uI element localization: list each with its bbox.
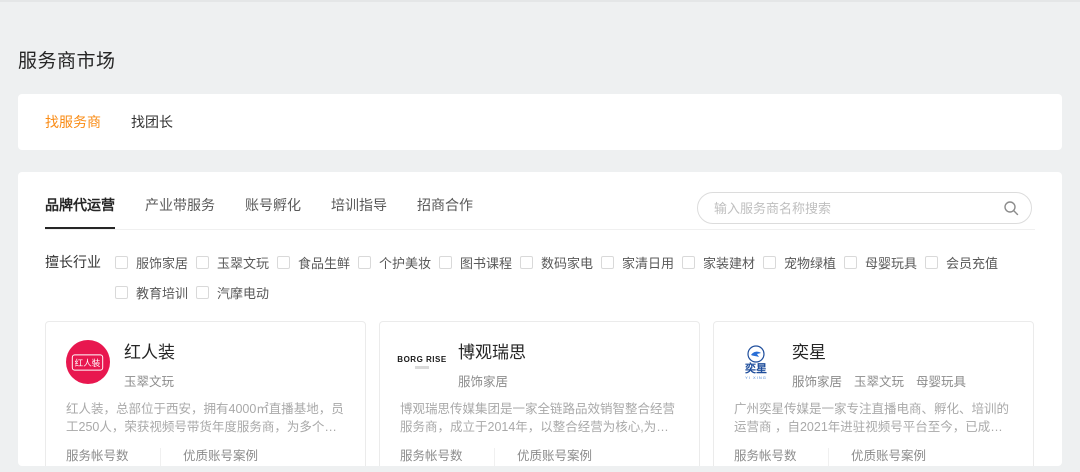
checkbox-icon[interactable] [358, 256, 371, 269]
checkbox-icon[interactable] [277, 256, 290, 269]
checkbox-icon[interactable] [115, 256, 128, 269]
tab-find-leader[interactable]: 找团长 [131, 112, 173, 132]
checkbox-icon[interactable] [196, 256, 209, 269]
quality-case-label: 优质账号案例 [517, 448, 609, 464]
provider-card-list: 红人裝 红人装 玉翠文玩 红人装，总部位于西安，拥有4000㎡直播基地，员工25… [45, 321, 1035, 466]
quality-case-label: 优质账号案例 [851, 448, 1018, 464]
provider-card-hongrenzhuang[interactable]: 红人裝 红人装 玉翠文玩 红人装，总部位于西安，拥有4000㎡直播基地，员工25… [45, 321, 366, 466]
checkbox-icon[interactable] [196, 286, 209, 299]
filter-option-books-courses[interactable]: 图书课程 [439, 253, 511, 272]
quality-case-label: 优质账号案例 [183, 448, 358, 464]
category-tab-bar: 品牌代运营 产业带服务 账号孵化 培训指导 招商合作 [45, 172, 1035, 230]
card-tags: 玉翠文玩 [124, 371, 186, 390]
card-description: 博观瑞思传媒集团是一家全链路品效销智整合经营服务商，成立于2014年，以整合经营… [400, 401, 679, 436]
filter-option-jade-collectibles[interactable]: 玉翠文玩 [196, 253, 268, 272]
yixing-bird-icon [747, 345, 765, 363]
checkbox-icon[interactable] [763, 256, 776, 269]
card-name: 博观瑞思 [458, 342, 526, 364]
card-name: 奕星 [792, 342, 978, 364]
category-tab-training[interactable]: 培训指导 [331, 195, 387, 229]
borgrise-logo: BORG RISE [400, 340, 444, 384]
filter-option-education-training[interactable]: 教育培训 [115, 283, 187, 302]
hongrenzhuang-logo: 红人裝 [66, 340, 110, 384]
checkbox-icon[interactable] [682, 256, 695, 269]
filter-label: 擅长行业 [45, 252, 115, 272]
checkbox-icon[interactable] [115, 286, 128, 299]
filter-option-membership-recharge[interactable]: 会员充值 [925, 253, 1002, 272]
page-title: 服务商市场 [18, 46, 116, 73]
provider-card-yixing[interactable]: 奕星 YI XING 奕星 服饰家居玉翠文玩母婴玩具 广州奕星传媒是一家专注直播… [713, 321, 1034, 466]
yixing-logo: 奕星 YI XING [734, 340, 778, 384]
card-name: 红人装 [124, 342, 186, 364]
checkbox-icon[interactable] [439, 256, 452, 269]
card-description: 广州奕星传媒是一家专注直播电商、孵化、培训的运营商 ，自2021年进驻视频号平台… [734, 401, 1013, 436]
filter-option-digital-appliances[interactable]: 数码家电 [520, 253, 592, 272]
checkbox-icon[interactable] [925, 256, 938, 269]
industry-filter: 擅长行业 服饰家居 玉翠文玩 食品生鲜 个护美妆 图书课程 数码家电 家清日用 … [45, 247, 1035, 307]
account-count-label: 服务帐号数 [66, 448, 160, 464]
checkbox-icon[interactable] [520, 256, 533, 269]
category-tab-investment[interactable]: 招商合作 [417, 195, 473, 229]
category-tab-industry-belt[interactable]: 产业带服务 [145, 195, 215, 229]
checkbox-icon[interactable] [601, 256, 614, 269]
search-input[interactable] [697, 192, 1032, 224]
account-count-label: 服务帐号数 [400, 448, 494, 464]
category-tab-account-incubation[interactable]: 账号孵化 [245, 195, 301, 229]
filter-option-auto-moto[interactable]: 汽摩电动 [196, 283, 268, 302]
card-tags: 服饰家居 [458, 371, 526, 390]
card-tags: 服饰家居玉翠文玩母婴玩具 [792, 371, 978, 390]
filter-option-home-building[interactable]: 家装建材 [682, 253, 754, 272]
top-tab-bar: 找服务商 找团长 [18, 94, 1062, 150]
filter-option-fresh-food[interactable]: 食品生鲜 [277, 253, 349, 272]
filter-option-pets-plants[interactable]: 宠物绿植 [763, 253, 835, 272]
category-tab-brand-operation[interactable]: 品牌代运营 [45, 195, 115, 229]
search-icon[interactable] [1003, 200, 1019, 216]
account-count-label: 服务帐号数 [734, 448, 828, 464]
filter-option-personal-care-beauty[interactable]: 个护美妆 [358, 253, 430, 272]
card-description: 红人装，总部位于西安，拥有4000㎡直播基地，员工250人，荣获视频号带货年度服… [66, 401, 345, 436]
tab-find-provider[interactable]: 找服务商 [45, 112, 101, 132]
filter-option-mother-baby-toys[interactable]: 母婴玩具 [844, 253, 916, 272]
provider-card-borgrise[interactable]: BORG RISE 博观瑞思 服饰家居 博观瑞思传媒集团是一家全链路品效销智整合… [379, 321, 700, 466]
checkbox-icon[interactable] [844, 256, 857, 269]
filter-option-apparel-home[interactable]: 服饰家居 [115, 253, 187, 272]
search-box [697, 192, 1032, 224]
main-panel: 品牌代运营 产业带服务 账号孵化 培训指导 招商合作 擅长行业 服饰家居 玉翠文… [18, 172, 1062, 466]
filter-option-home-cleaning[interactable]: 家清日用 [601, 253, 673, 272]
